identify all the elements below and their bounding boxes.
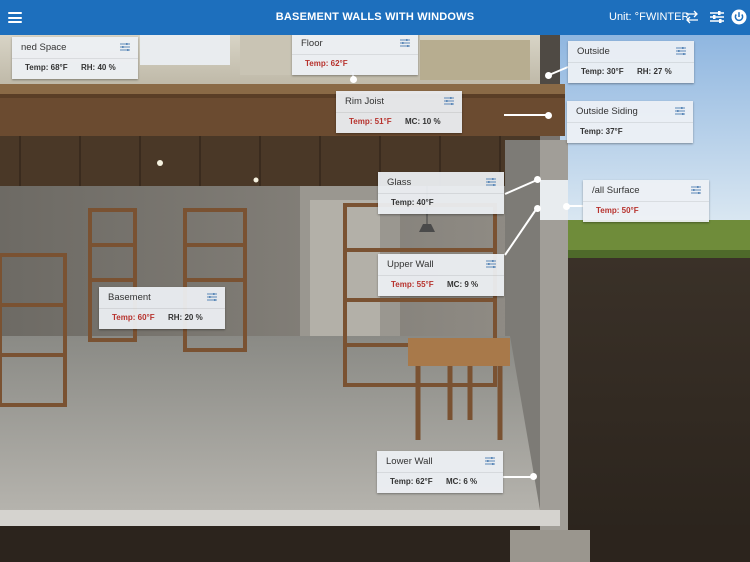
card-temp: Temp: 62°F [390, 477, 433, 486]
card-basement[interactable]: Basement Temp: 60°F RH: 20 % [99, 287, 225, 329]
card-title: Outside [577, 46, 610, 57]
sliders-icon[interactable] [676, 47, 686, 55]
season-toggle[interactable]: WINTER [646, 0, 689, 35]
outside-marker[interactable] [545, 72, 552, 79]
card-temp: Temp: 40°F [391, 198, 434, 207]
sliders-icon[interactable] [400, 39, 410, 47]
card-title: Upper Wall [387, 259, 434, 270]
card-divider [12, 58, 138, 59]
card-outside-siding[interactable]: Outside Siding Temp: 37°F [567, 101, 693, 143]
card-temp: Temp: 55°F [391, 280, 434, 289]
sliders-icon[interactable] [207, 293, 217, 301]
rim-joist-marker[interactable] [545, 112, 552, 119]
sliders-icon[interactable] [120, 43, 130, 51]
basement-illustration [0, 35, 750, 562]
card-rh: RH: 27 % [637, 67, 672, 76]
wall-surface-marker[interactable] [563, 203, 570, 210]
sliders-icon[interactable] [486, 260, 496, 268]
card-temp: Temp: 30°F [581, 67, 624, 76]
sliders-icon[interactable] [485, 457, 495, 465]
card-temp: Temp: 37°F [580, 127, 623, 136]
card-divider [378, 193, 504, 194]
card-rh: RH: 40 % [81, 63, 116, 72]
card-divider [378, 275, 504, 276]
card-divider [583, 201, 709, 202]
card-title: Glass [387, 177, 412, 188]
unit-toggle[interactable]: Unit: °F [609, 0, 646, 35]
sliders-icon[interactable] [675, 107, 685, 115]
card-conditioned-space[interactable]: ned Space Temp: 68°F RH: 40 % [12, 37, 138, 79]
sliders-icon[interactable] [710, 11, 724, 23]
lower-wall-marker[interactable] [530, 473, 537, 480]
card-temp: Temp: 68°F [25, 63, 68, 72]
card-title: /all Surface [592, 185, 640, 196]
card-divider [567, 122, 693, 123]
card-temp: Temp: 62°F [305, 59, 348, 68]
card-rh: RH: 20 % [168, 313, 203, 322]
floor-marker[interactable] [350, 76, 357, 83]
card-wall-surface[interactable]: /all Surface Temp: 50°F [583, 180, 709, 222]
card-temp: Temp: 51°F [349, 117, 392, 126]
sliders-icon[interactable] [444, 97, 454, 105]
card-title: Basement [108, 292, 151, 303]
sliders-icon[interactable] [691, 186, 701, 194]
swap-arrows-icon[interactable] [684, 10, 700, 24]
card-divider [336, 112, 462, 113]
card-title: Rim Joist [345, 96, 385, 107]
card-outside[interactable]: Outside Temp: 30°F RH: 27 % [568, 41, 694, 83]
upper-wall-marker[interactable] [534, 205, 541, 212]
card-mc: MC: 9 % [447, 280, 479, 289]
card-title: Outside Siding [576, 106, 638, 117]
glass-marker[interactable] [534, 176, 541, 183]
card-rim-joist[interactable]: Rim Joist Temp: 51°F MC: 10 % [336, 91, 462, 133]
power-icon[interactable] [731, 9, 747, 25]
card-title: Floor [301, 38, 323, 49]
card-divider [568, 62, 694, 63]
card-title: Lower Wall [386, 456, 433, 467]
card-title: ned Space [21, 42, 67, 53]
card-temp: Temp: 60°F [112, 313, 155, 322]
card-divider [99, 308, 225, 309]
basement-scene [0, 0, 750, 562]
card-lower-wall[interactable]: Lower Wall Temp: 62°F MC: 6 % [377, 451, 503, 493]
card-mc: MC: 10 % [405, 117, 441, 126]
card-mc: MC: 6 % [446, 477, 478, 486]
card-upper-wall[interactable]: Upper Wall Temp: 55°F MC: 9 % [378, 254, 504, 296]
card-temp: Temp: 50°F [596, 206, 639, 215]
app-header: BASEMENT WALLS WITH WINDOWS Unit: °F WIN… [0, 0, 750, 35]
sliders-icon[interactable] [486, 178, 496, 186]
card-glass[interactable]: Glass Temp: 40°F [378, 172, 504, 214]
card-divider [377, 472, 503, 473]
card-floor[interactable]: Floor Temp: 62°F [292, 33, 418, 75]
card-divider [292, 54, 418, 55]
